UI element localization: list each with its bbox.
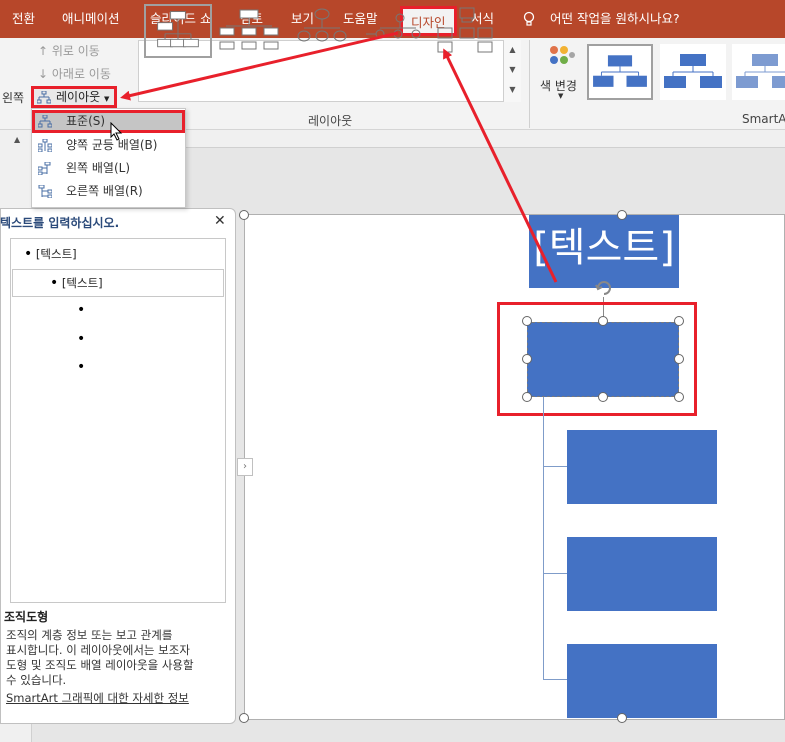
connector-line xyxy=(543,397,544,679)
mouse-cursor-icon xyxy=(110,122,123,141)
gallery-more-icon[interactable]: ▼ xyxy=(504,80,521,100)
layout-description-line: 표시합니다. 이 레이아웃에서는 보조자 xyxy=(6,643,190,657)
layout-description-line: 조직의 계층 정보 또는 보고 관계를 xyxy=(6,628,173,642)
resize-handle[interactable] xyxy=(674,354,684,364)
powerpoint-window: 전환 애니메이션 슬라이드 쇼 검토 보기 도움말 디자인 서식 어떤 작업을 … xyxy=(0,0,785,742)
resize-handle[interactable] xyxy=(522,316,532,326)
list-item-text: [텍스트] xyxy=(61,276,103,290)
gallery-down-icon[interactable]: ▼ xyxy=(504,60,521,80)
menu-item-both[interactable]: 양쪽 균등 배열(B) xyxy=(32,134,185,157)
menu-item-label: 오른쪽 배열(R) xyxy=(66,184,143,198)
connector-line xyxy=(543,466,567,467)
list-item[interactable]: • [텍스트] xyxy=(24,246,77,262)
standard-layout-icon xyxy=(38,115,52,128)
smartart-child-shape[interactable] xyxy=(567,644,717,718)
move-up-label: 위로 이동 xyxy=(51,44,100,58)
right-to-left-button[interactable]: 왼쪽 xyxy=(2,89,24,106)
resize-handle[interactable] xyxy=(674,316,684,326)
left-layout-icon xyxy=(38,162,51,175)
right-layout-icon xyxy=(38,185,52,198)
list-item-empty[interactable]: • xyxy=(77,331,85,347)
smartart-style-thumb-1[interactable] xyxy=(587,44,653,100)
layout-dropdown-menu: 표준(S) 양쪽 균등 배열(B) 왼쪽 배열(L) 오른쪽 배열(R) xyxy=(31,108,186,208)
menu-item-standard[interactable]: 표준(S) xyxy=(32,110,185,133)
resize-handle[interactable] xyxy=(522,392,532,402)
menu-item-right[interactable]: 오른쪽 배열(R) xyxy=(32,180,185,203)
layout-thumb-circle-hierarchy[interactable] xyxy=(360,4,428,58)
layouts-group-label: 레이아웃 xyxy=(308,114,353,128)
connector-line xyxy=(543,679,567,680)
smartart-more-info-link[interactable]: SmartArt 그래픽에 대한 자세한 정보 xyxy=(6,690,189,706)
ribbon-divider xyxy=(529,40,530,128)
layout-description-line: 도형 및 조직도 배열 레이아웃을 사용할 xyxy=(6,658,194,672)
move-down-label: 아래로 이동 xyxy=(51,67,111,81)
layout-thumb-half-circle[interactable] xyxy=(288,4,356,58)
resize-handle[interactable] xyxy=(598,316,608,326)
menu-item-label: 왼쪽 배열(L) xyxy=(66,161,131,175)
resize-handle[interactable] xyxy=(598,392,608,402)
color-palette-icon xyxy=(550,46,575,64)
layout-dropdown-button[interactable]: 레이아웃 ▼ xyxy=(31,86,117,108)
layout-description-title: 조직도형 xyxy=(4,610,49,624)
list-item-text: [텍스트] xyxy=(35,247,77,261)
list-item-empty[interactable]: • xyxy=(77,302,85,318)
frame-handle[interactable] xyxy=(617,210,627,220)
chevron-down-icon: ▼ xyxy=(104,95,110,103)
menu-item-left[interactable]: 왼쪽 배열(L) xyxy=(32,157,185,180)
close-icon[interactable]: ✕ xyxy=(214,213,226,229)
tell-me-search[interactable]: 어떤 작업을 원하시나요? xyxy=(550,0,680,38)
smartart-child-shape[interactable] xyxy=(567,430,717,504)
menu-item-label: 표준(S) xyxy=(66,114,106,128)
both-layout-icon xyxy=(38,139,52,152)
smartart-style-thumb-3[interactable] xyxy=(732,44,785,100)
rotate-handle-icon[interactable] xyxy=(593,277,615,299)
lightbulb-icon xyxy=(523,11,535,26)
layout-thumb-picture-hierarchy[interactable] xyxy=(432,4,500,58)
layout-thumb-org-chart[interactable] xyxy=(144,4,212,58)
gallery-scrollbar[interactable]: ▲ ▼ ▼ xyxy=(503,40,521,102)
connector-line xyxy=(543,573,567,574)
chevron-down-icon: ▼ xyxy=(558,92,564,100)
list-item[interactable]: • [텍스트] xyxy=(50,275,103,291)
tab-transitions[interactable]: 전환 xyxy=(12,0,35,38)
org-chart-icon xyxy=(37,91,51,104)
smartart-style-thumb-2[interactable] xyxy=(660,44,726,100)
gallery-up-icon[interactable]: ▲ xyxy=(504,40,521,60)
frame-handle[interactable] xyxy=(239,210,249,220)
move-up-button[interactable]: ↑ 위로 이동 xyxy=(38,42,100,59)
layout-thumb-name-title[interactable] xyxy=(216,4,284,58)
move-down-button[interactable]: ↓ 아래로 이동 xyxy=(38,65,111,82)
scroll-up-icon[interactable]: ▲ xyxy=(14,135,20,144)
frame-handle[interactable] xyxy=(617,713,627,723)
smartart-selected-shape[interactable] xyxy=(527,322,679,397)
frame-handle[interactable] xyxy=(239,713,249,723)
resize-handle[interactable] xyxy=(674,392,684,402)
list-item-empty[interactable]: • xyxy=(77,359,85,375)
smartart-child-shape[interactable] xyxy=(567,537,717,611)
list-item-active-row xyxy=(12,269,224,297)
layout-button-label: 레이아웃 xyxy=(56,90,101,104)
text-pane-title: 텍스트를 입력하십시오. xyxy=(0,216,120,230)
expand-text-pane-button[interactable]: › xyxy=(237,458,253,476)
tab-animations[interactable]: 애니메이션 xyxy=(62,0,120,38)
resize-handle[interactable] xyxy=(522,354,532,364)
smartart-styles-group-label: SmartArt xyxy=(742,112,785,126)
layout-description-line: 수 있습니다. xyxy=(6,673,67,687)
change-colors-label: 색 변경 xyxy=(540,79,577,93)
